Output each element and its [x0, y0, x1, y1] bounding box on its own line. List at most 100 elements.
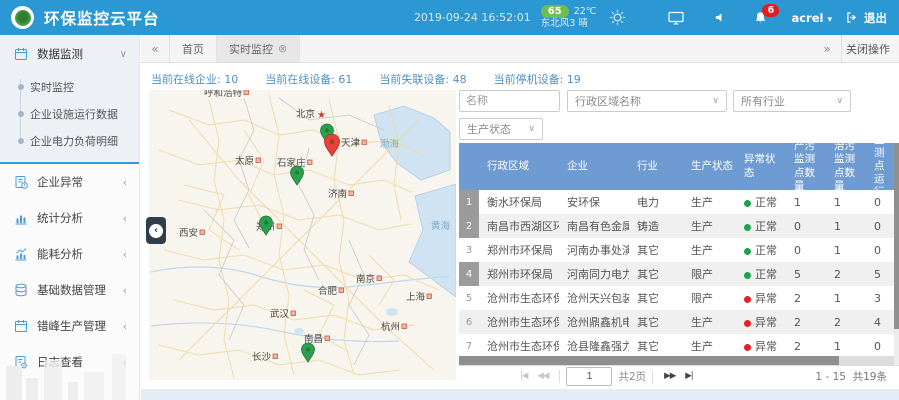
- cell: 2: [786, 340, 826, 353]
- calendar-icon: [14, 47, 29, 61]
- sidebar-item-1[interactable]: 统计分析‹: [0, 200, 139, 236]
- region-filter-select[interactable]: 行政区域名称∨: [567, 90, 727, 112]
- cell: 0: [866, 340, 894, 353]
- datetime: 2019-09-24 16:52:01: [414, 11, 531, 24]
- city-marker-square: [339, 288, 344, 293]
- china-map[interactable]: 呼和浩特北京★天津渤海太原石家庄济南黄海西安郑州南京合肥上海武汉杭州南昌长沙: [149, 90, 456, 380]
- cell: 1: [826, 196, 866, 209]
- close-operations-menu[interactable]: 关闭操作: [841, 35, 899, 62]
- last-page-button[interactable]: ▶|: [680, 371, 697, 381]
- table-row-3[interactable]: 3郑州市环保局河南办事处演示其它生产正常010: [459, 238, 894, 262]
- production-status-filter-select[interactable]: 生产状态∨: [459, 118, 543, 140]
- cell: 铸造: [629, 218, 683, 234]
- cell: 郑州市环保局: [479, 242, 559, 258]
- tabs-scroll-left-icon[interactable]: «: [141, 35, 169, 62]
- cell: 沧州鼎鑫机电设备: [559, 314, 629, 330]
- logout-icon: [846, 12, 859, 23]
- enterprise-table: 行政区域企业行业生产状态异常状态产污监测点数量治污监测点数量监测点运行 1衡水环…: [459, 143, 894, 356]
- map-marker-pin-green[interactable]: [302, 343, 315, 362]
- top-bar: 环保监控云平台 2019-09-24 16:52:01 65 22℃ 东北风3 …: [0, 0, 899, 35]
- table-row-1[interactable]: 1衡水环保局安环保电力生产正常110: [459, 190, 894, 214]
- column-header-6: 产污监测点数量: [786, 143, 826, 190]
- cell: 沧州市生态环保局: [479, 290, 559, 306]
- row-number: 1: [459, 190, 479, 214]
- map-marker-pin-green[interactable]: [291, 166, 304, 185]
- status-dot-icon: [744, 296, 751, 303]
- status-label: 异常: [755, 292, 777, 305]
- first-page-button[interactable]: |◀: [515, 371, 532, 381]
- sidebar-subitem-2[interactable]: 企业电力负荷明细: [0, 127, 139, 154]
- cell: 1: [826, 340, 866, 353]
- map-sea-label: 渤海: [380, 138, 400, 150]
- next-page-button[interactable]: ▶▶: [659, 371, 680, 381]
- monitor-icon[interactable]: [663, 0, 689, 35]
- tabs-scroll-right-icon[interactable]: »: [813, 35, 841, 62]
- column-header-0: [459, 143, 479, 190]
- abnormal-status-cell: 正常: [736, 266, 786, 282]
- page-number-input[interactable]: [566, 367, 612, 386]
- tab-close-icon[interactable]: ⊗: [278, 42, 287, 55]
- bar-chart-icon: [14, 211, 29, 225]
- tab-home[interactable]: 首页: [169, 35, 217, 62]
- cell: 2: [826, 268, 866, 281]
- notification-bell-icon[interactable]: 6: [747, 0, 773, 35]
- chevron-left-icon: ‹: [123, 284, 127, 297]
- abnormal-status-cell: 正常: [736, 242, 786, 258]
- line-chart-icon: [14, 247, 29, 261]
- capital-star-icon: ★: [317, 110, 326, 121]
- cell: 河南办事处演示: [559, 242, 629, 258]
- horizontal-scrollbar-thumb[interactable]: [459, 356, 839, 365]
- map-city-label: 西安: [179, 227, 198, 239]
- table-row-7[interactable]: 7沧州市生态环保局沧县隆鑫强力加工其它生产异常210: [459, 334, 894, 356]
- tab-realtime-monitor[interactable]: 实时监控 ⊗: [216, 35, 300, 62]
- road-network: [159, 95, 439, 378]
- table-row-4[interactable]: 4郑州市环保局河南同力电力设计其它限产正常525: [459, 262, 894, 286]
- vertical-scrollbar: [894, 143, 899, 366]
- city-marker-square: [349, 191, 354, 196]
- status-dot-icon: [744, 200, 751, 207]
- table-row-6[interactable]: 6沧州市生态环保局沧州鼎鑫机电设备其它生产异常224: [459, 310, 894, 334]
- sidebar-item-5[interactable]: 日志查看‹: [0, 344, 139, 380]
- user-menu[interactable]: acrel ▾: [791, 11, 832, 25]
- sidebar-item-0[interactable]: 企业异常‹: [0, 164, 139, 200]
- industry-filter-select[interactable]: 所有行业∨: [733, 90, 851, 112]
- logout-button[interactable]: 退出: [846, 10, 887, 26]
- weather-widget: 65 22℃ 东北风3 晴: [541, 5, 597, 30]
- map-panel-collapse-button[interactable]: ‹: [146, 217, 166, 244]
- map-city-label: 合肥: [318, 285, 338, 297]
- sidebar-subitem-1[interactable]: 企业设施运行数据: [0, 100, 139, 127]
- log-icon: [14, 355, 29, 369]
- chevron-left-icon: ‹: [123, 320, 127, 333]
- chevron-down-icon: ∨: [712, 96, 719, 106]
- cell: 沧州市生态环保局: [479, 338, 559, 354]
- chevron-left-icon: ‹: [123, 212, 127, 225]
- right-panel: 行政区域名称∨ 所有行业∨ 生产状态∨ 行政区域企业行业生产状态异常状态产污监测…: [459, 88, 895, 400]
- total-pages-label: 共2页: [618, 369, 646, 384]
- cell: 其它: [629, 242, 683, 258]
- sidebar-subitem-0[interactable]: 实时监控: [0, 73, 139, 100]
- map-city-label: 济南: [328, 188, 347, 200]
- status-label: 异常: [755, 340, 777, 353]
- column-header-4: 生产状态: [683, 143, 736, 190]
- table-row-2[interactable]: 2南昌市西湖区环保局南昌有色金属有限铸造生产正常010: [459, 214, 894, 238]
- sidebar-item-3[interactable]: 基础数据管理‹: [0, 272, 139, 308]
- vertical-scrollbar-thumb[interactable]: [894, 143, 899, 329]
- table-header-row: 行政区域企业行业生产状态异常状态产污监测点数量治污监测点数量监测点运行: [459, 143, 894, 190]
- row-number: 6: [459, 310, 479, 334]
- cell: 2: [786, 316, 826, 329]
- speaker-icon[interactable]: [707, 0, 733, 35]
- table-row-5[interactable]: 5沧州市生态环保局沧州天兴包装制品其它限产异常213: [459, 286, 894, 310]
- prev-page-button[interactable]: ◀◀: [532, 371, 553, 381]
- sidebar-item-2[interactable]: 能耗分析‹: [0, 236, 139, 272]
- sidebar-item-data-monitor[interactable]: 数据监测∨: [0, 35, 139, 73]
- cell: 3: [866, 292, 894, 305]
- sidebar-subitem-label: 实时监控: [30, 79, 74, 95]
- status-label: 正常: [755, 220, 777, 233]
- status-dot-icon: [744, 272, 751, 279]
- chevron-left-icon: ‹: [123, 356, 127, 369]
- name-filter-input[interactable]: [459, 90, 560, 112]
- map-sea-label: 黄海: [431, 220, 451, 232]
- cell: 沧州天兴包装制品: [559, 290, 629, 306]
- sidebar-item-4[interactable]: 错峰生产管理‹: [0, 308, 139, 344]
- bullet-dot-icon: [18, 138, 24, 144]
